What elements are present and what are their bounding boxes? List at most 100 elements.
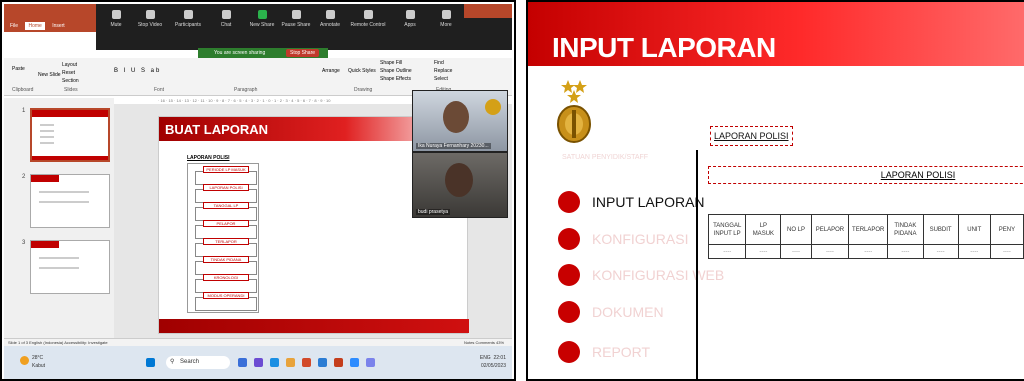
new-slide-button[interactable]: New Slide xyxy=(38,72,61,78)
find-button[interactable]: Find xyxy=(434,60,444,66)
group-drawing: Drawing xyxy=(354,87,373,93)
nav-konfigurasi[interactable]: KONFIGURASI xyxy=(558,226,688,252)
word-icon[interactable] xyxy=(318,358,327,367)
table-cell: ---- xyxy=(922,244,959,259)
column-header: SUBDIT xyxy=(922,214,959,245)
participant-name: budi prasetya xyxy=(416,209,451,215)
group-font: Font xyxy=(154,87,165,93)
police-badge-icon xyxy=(485,99,501,115)
slide-number: 1 xyxy=(22,108,26,114)
column-header: PELAPOR xyxy=(810,214,850,245)
table-cell: ---- xyxy=(989,244,1024,259)
table-cell: ---- xyxy=(848,244,889,259)
powerpoint-icon[interactable] xyxy=(334,358,343,367)
column-header: PENY xyxy=(989,214,1024,245)
section-button[interactable]: Section xyxy=(62,78,79,84)
group-slides: Slides xyxy=(64,87,78,93)
participants-button[interactable]: Participants xyxy=(168,10,208,28)
taskbar-search[interactable]: ⚲ Search xyxy=(166,356,230,369)
stop-share-button[interactable]: Stop Share xyxy=(286,49,320,57)
table-title: LAPORAN POLISI xyxy=(880,170,956,180)
slide-number: 3 xyxy=(22,240,26,246)
slide-form-title: LAPORAN POLISI xyxy=(187,155,230,161)
clock-time: 22:01 xyxy=(493,355,506,361)
stop-video-button[interactable]: Stop Video xyxy=(130,10,170,28)
mic-icon xyxy=(111,10,121,19)
nav-dokumen[interactable]: DOKUMEN xyxy=(558,299,664,325)
table-title-box: LAPORAN POLISI xyxy=(708,166,1024,184)
reset-button[interactable]: Reset xyxy=(62,70,75,76)
select-button[interactable]: Select xyxy=(434,76,448,82)
shape-effects-button[interactable]: Shape Effects xyxy=(380,76,411,82)
annotate-button[interactable]: Annotate xyxy=(310,10,350,28)
app-header: INPUT LAPORAN xyxy=(528,2,1024,66)
nav-konfigurasi-web[interactable]: KONFIGURASI WEB xyxy=(558,262,724,288)
participant-face xyxy=(445,163,473,197)
page-title: INPUT LAPORAN xyxy=(552,32,776,63)
nav-label: DOKUMEN xyxy=(592,304,664,320)
zoom-icon[interactable] xyxy=(350,358,359,367)
layout-button[interactable]: Layout xyxy=(62,62,77,68)
police-logo-icon xyxy=(557,80,591,143)
column-header: TANGGAL INPUT LP xyxy=(707,214,747,245)
remote-control-button[interactable]: Remote Control xyxy=(348,10,388,28)
table-cell: ---- xyxy=(745,244,782,259)
app-icon[interactable] xyxy=(238,358,247,367)
table-cell: ---- xyxy=(887,244,924,259)
slide-thumbnail-3[interactable] xyxy=(30,240,110,294)
font-controls[interactable]: B I U S ab xyxy=(114,68,161,74)
language-indicator: ENG xyxy=(479,355,491,361)
nav-bullet-icon xyxy=(558,191,580,213)
tab-file[interactable]: File xyxy=(10,23,18,29)
nav-bullet-icon xyxy=(558,264,580,286)
slide-form-field: LAPORAN POLISI xyxy=(195,184,257,203)
ppt-title-bar xyxy=(4,4,96,20)
nav-label: INPUT LAPORAN xyxy=(592,194,705,210)
shape-outline-button[interactable]: Shape Outline xyxy=(380,68,412,74)
tab-insert[interactable]: Insert xyxy=(52,23,65,29)
screenshot-powerpoint-sharing: File Home Insert Mute Stop Video Partici… xyxy=(0,0,516,381)
column-header: NO LP xyxy=(780,214,812,245)
more-button[interactable]: More xyxy=(426,10,466,28)
window-controls xyxy=(464,4,512,18)
tab-home[interactable]: Home xyxy=(25,22,45,30)
paste-button[interactable]: Paste xyxy=(12,66,25,72)
quick-styles-button[interactable]: Quick Styles xyxy=(348,68,376,74)
teams-icon[interactable] xyxy=(366,358,375,367)
video-tile-participant-1[interactable]: Ika Nuraya Fernanhary 20230... xyxy=(412,90,508,152)
system-tray[interactable]: ENG 22:01 02/05/2023 xyxy=(480,354,506,370)
chat-button[interactable]: Chat xyxy=(206,10,246,28)
app-icon[interactable] xyxy=(254,358,263,367)
video-tile-participant-2[interactable]: budi prasetya xyxy=(412,152,508,218)
arrange-button[interactable]: Arrange xyxy=(322,68,340,74)
slide-form-field: KRONOLOGI xyxy=(195,274,257,293)
slide-thumbnail-2[interactable] xyxy=(30,174,110,228)
nav-report[interactable]: REPORT xyxy=(558,339,650,365)
windows-start-icon[interactable] xyxy=(146,358,155,367)
table-row[interactable]: ---- ---- ---- ---- ---- ---- ---- ---- … xyxy=(707,244,1024,259)
share-icon xyxy=(257,10,267,19)
app-icon[interactable] xyxy=(302,358,311,367)
camera-icon xyxy=(145,10,155,19)
shape-fill-button[interactable]: Shape Fill xyxy=(380,60,402,66)
nav-input-laporan[interactable]: INPUT LAPORAN xyxy=(558,189,705,215)
laporan-polisi-tab[interactable]: LAPORAN POLISI xyxy=(710,126,793,146)
slide-thumbnail-pane: 1 2 3 xyxy=(4,98,114,338)
table-header-row: TANGGAL INPUT LP LP MASUK NO LP PELAPOR … xyxy=(707,214,1024,245)
input-laporan-page: INPUT LAPORAN SATUAN PENYIDIK/STAFF INPU… xyxy=(526,0,1024,381)
table-cell: ---- xyxy=(957,244,991,259)
people-icon xyxy=(183,10,193,19)
apps-button[interactable]: Apps xyxy=(390,10,430,28)
weather-widget[interactable]: 28°C Kabut xyxy=(20,354,45,370)
replace-button[interactable]: Replace xyxy=(434,68,452,74)
slide-title: BUAT LAPORAN xyxy=(165,122,269,137)
column-header: LP MASUK xyxy=(745,214,782,245)
nav-label: REPORT xyxy=(592,344,651,360)
slide-thumbnail-1[interactable] xyxy=(30,108,110,162)
folder-icon[interactable] xyxy=(286,358,295,367)
table-cell: ---- xyxy=(810,244,850,259)
zoom-share-toolbar: Mute Stop Video Participants Chat New Sh… xyxy=(96,4,512,50)
edge-icon[interactable] xyxy=(270,358,279,367)
mouse-icon xyxy=(363,10,373,19)
slide-form-field: PELAPOR xyxy=(195,220,257,239)
